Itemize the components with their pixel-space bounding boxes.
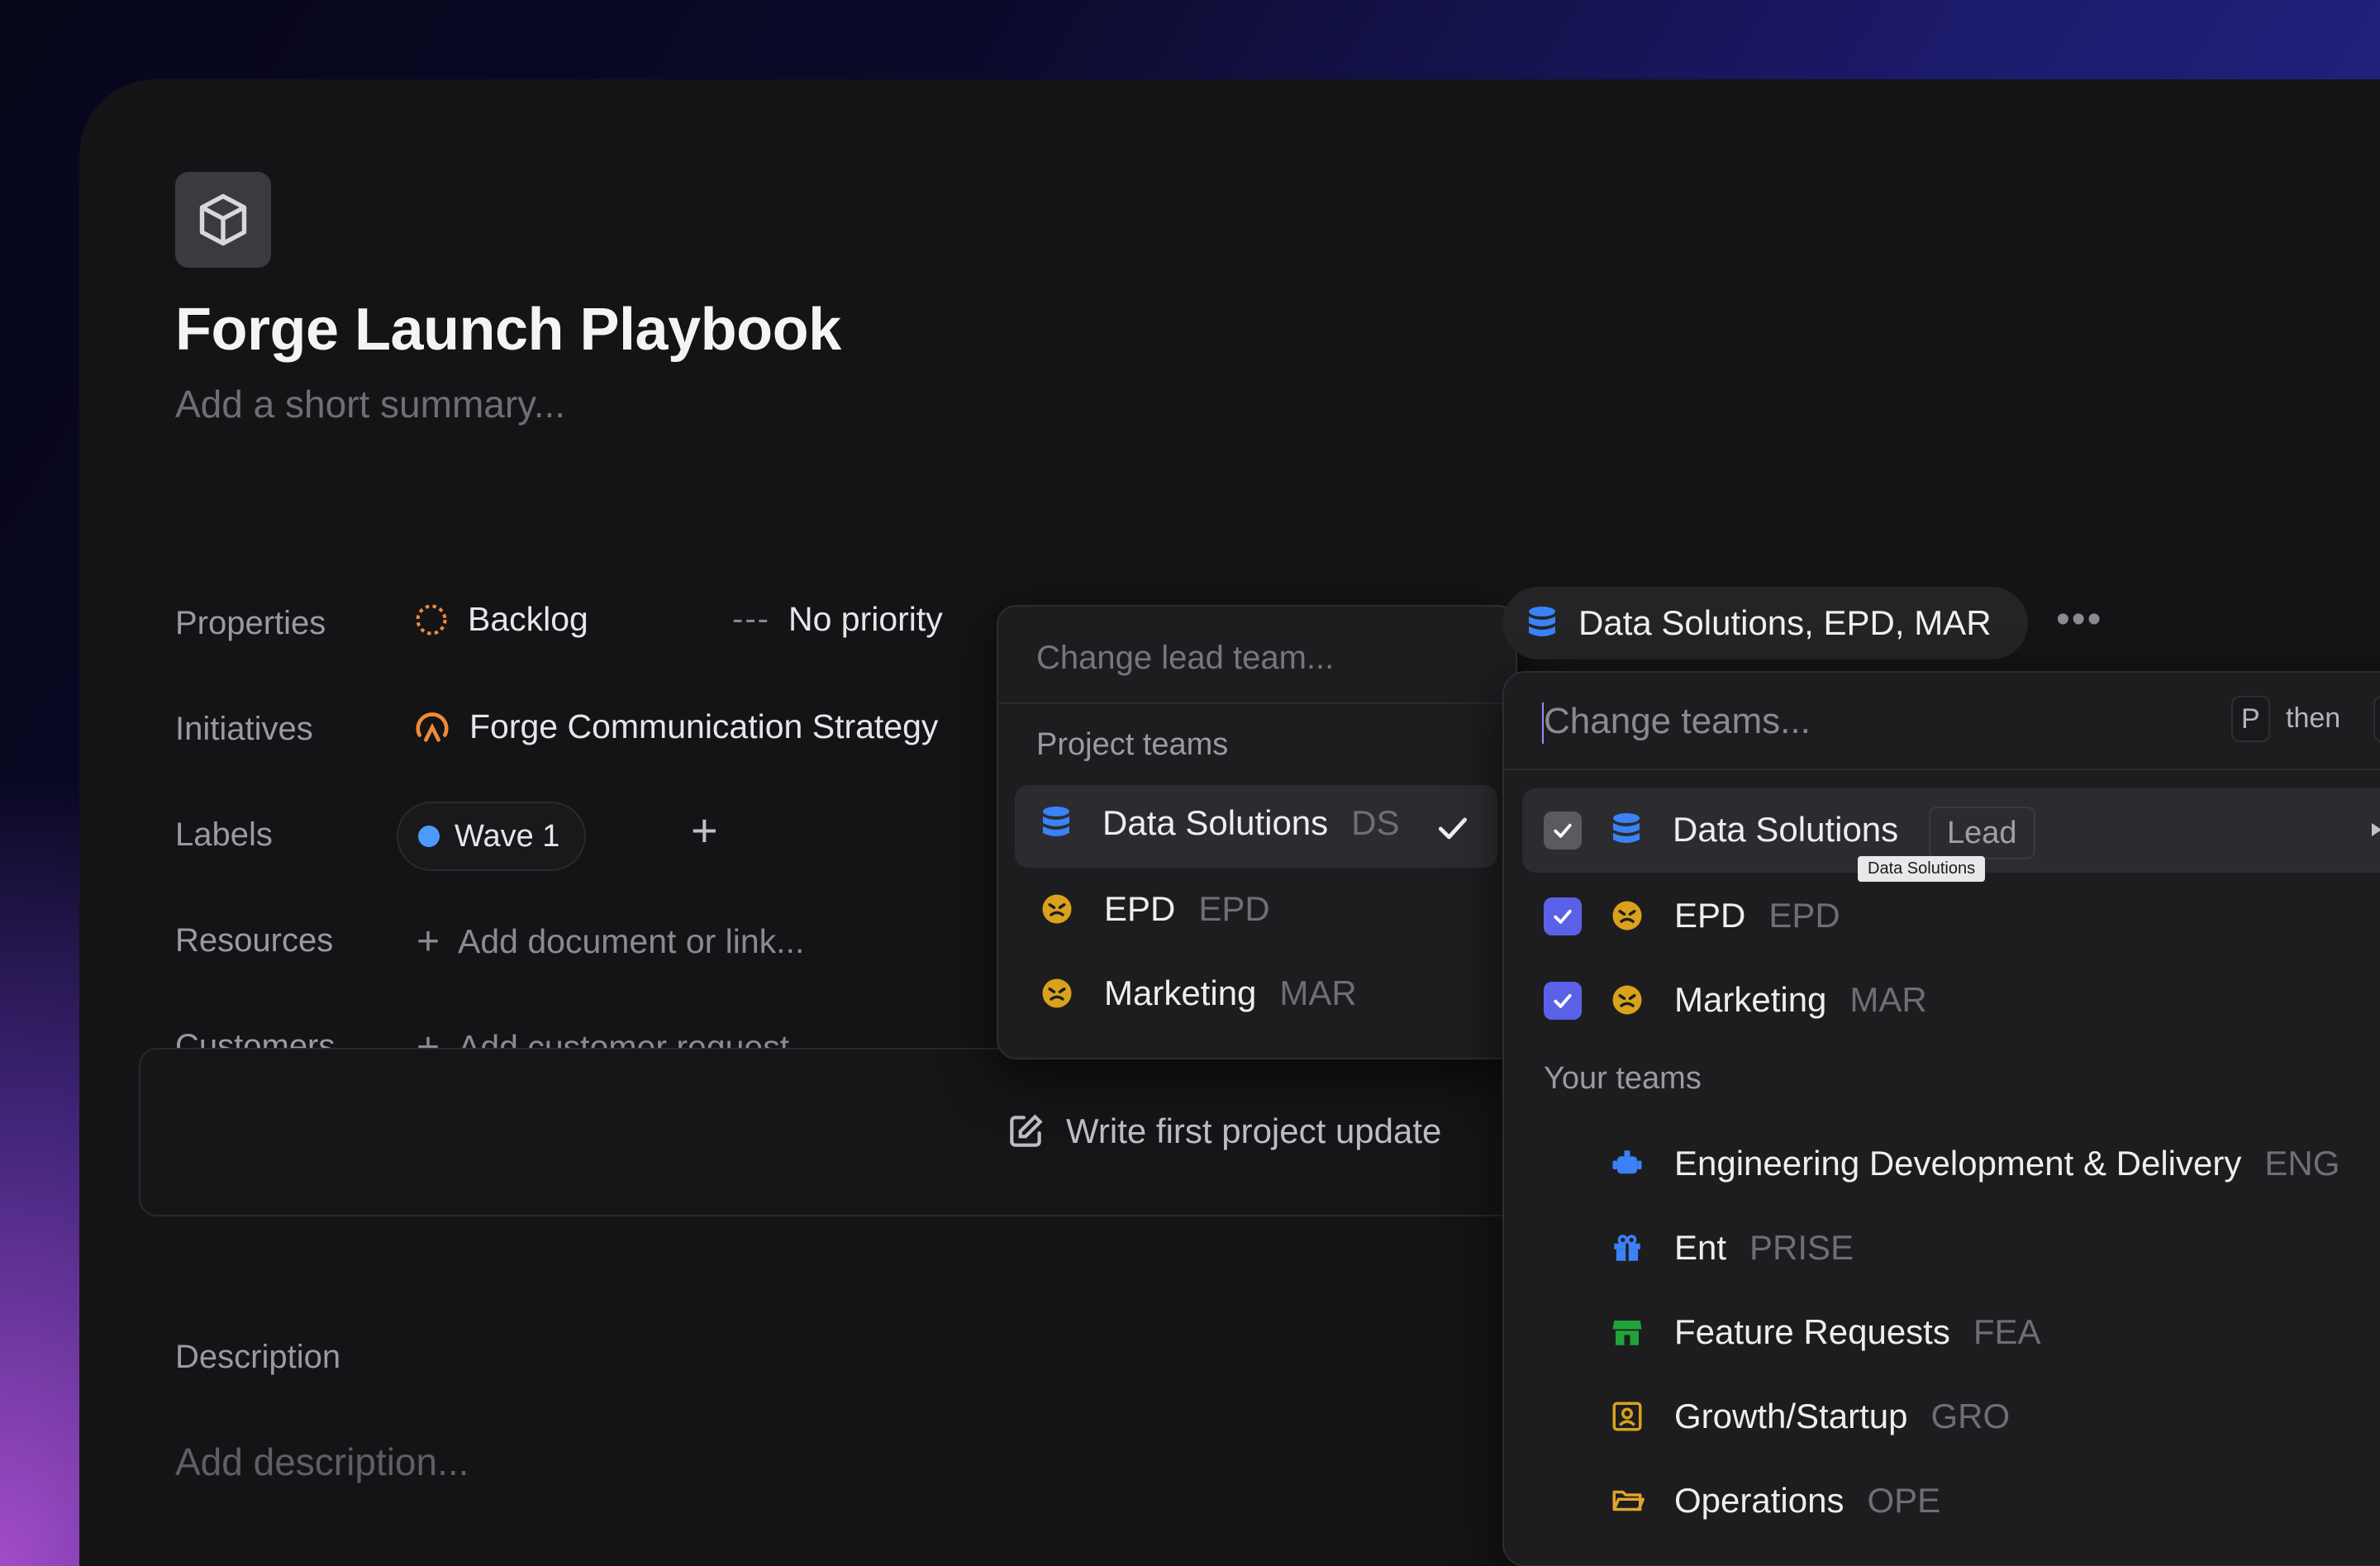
teams-pill-button[interactable]: Data Solutions, EPD, MAR: [1502, 587, 2028, 659]
plus-icon: +: [416, 920, 440, 964]
robot-icon: [1612, 1150, 1642, 1174]
lead-badge: Lead: [1929, 807, 2035, 859]
team-emoji-icon: [1042, 894, 1072, 924]
initiative-icon: [416, 712, 449, 742]
labels-label: Labels: [175, 816, 273, 853]
team-name: EPD: [1104, 889, 1176, 928]
team-name: Marketing: [1104, 973, 1257, 1012]
shortcut-then: then: [2286, 702, 2341, 734]
team-option-data-solutions[interactable]: Data Solutions: [1610, 810, 1898, 850]
lead-team-dropdown: Change lead team... Project teams Data S…: [997, 605, 1517, 1059]
team-code: DS: [1351, 803, 1400, 842]
project-cube-icon[interactable]: [175, 172, 271, 268]
write-update-button[interactable]: Write first project update: [1005, 1111, 1441, 1152]
add-label-icon[interactable]: +: [691, 803, 718, 857]
database-icon: [1043, 807, 1069, 836]
divider: [1504, 769, 2380, 770]
team-code: FEA: [1973, 1312, 2041, 1351]
team-checkbox-marketing[interactable]: [1544, 982, 1582, 1020]
team-name: Data Solutions: [1673, 810, 1899, 849]
priority-label: No priority: [788, 600, 943, 638]
lead-option-data-solutions[interactable]: Data Solutions DS: [1040, 803, 1400, 843]
contact-card-icon: [1612, 1402, 1642, 1431]
divider: [998, 702, 1516, 704]
team-option-feature-requests[interactable]: Feature Requests FEA: [1610, 1312, 2041, 1352]
checkmark-icon: [1554, 909, 1572, 924]
team-emoji-icon: [1612, 985, 1642, 1015]
team-option-growth-startup[interactable]: Growth/Startup GRO: [1610, 1397, 2010, 1436]
your-teams-heading: Your teams: [1544, 1061, 1702, 1096]
description-input[interactable]: Add description...: [175, 1440, 469, 1484]
team-option-epd[interactable]: EPD EPD: [1610, 896, 1840, 935]
more-options-icon[interactable]: •••: [2056, 597, 2102, 642]
check-icon: [1438, 817, 1468, 840]
team-option-engineering[interactable]: Engineering Development & Delivery ENG: [1610, 1144, 2340, 1183]
team-code: ENG: [2264, 1144, 2340, 1183]
team-emoji-icon: [1612, 901, 1642, 931]
status-backlog-button[interactable]: Backlog: [413, 600, 588, 639]
initiatives-label: Initiatives: [175, 711, 313, 747]
database-icon: [1529, 607, 1555, 636]
initiative-label: Forge Communication Strategy: [469, 707, 939, 745]
lead-option-marketing[interactable]: Marketing MAR: [1040, 973, 1357, 1013]
initiative-value[interactable]: Forge Communication Strategy: [413, 707, 997, 746]
team-code: EPD: [1198, 889, 1270, 928]
team-code: OPE: [1867, 1481, 1941, 1520]
label-chip-wave-1[interactable]: Wave 1: [397, 802, 587, 871]
team-name: Operations: [1674, 1481, 1844, 1520]
teams-dropdown: Change teams... P then T Data Solutions …: [1502, 671, 2380, 1566]
folder-icon: [1612, 1490, 1645, 1511]
teams-pill-label: Data Solutions, EPD, MAR: [1578, 603, 1992, 642]
add-resource-label: Add document or link...: [458, 922, 805, 960]
lead-team-search-input[interactable]: Change lead team...: [1036, 640, 1334, 677]
priority-button[interactable]: --- No priority: [732, 600, 943, 639]
add-resource-button[interactable]: + Add document or link...: [416, 919, 804, 964]
team-name: EPD: [1674, 896, 1746, 935]
teams-search-input[interactable]: Change teams...: [1544, 701, 1811, 742]
team-option-ent[interactable]: Ent PRISE: [1610, 1228, 1854, 1268]
team-emoji-icon: [1042, 978, 1072, 1008]
label-color-dot: [418, 826, 440, 847]
write-update-label: Write first project update: [1066, 1111, 1442, 1150]
team-code: GRO: [1930, 1397, 2011, 1435]
project-teams-heading: Project teams: [1036, 727, 1229, 762]
team-code: PRISE: [1749, 1228, 1854, 1267]
team-name: Growth/Startup: [1674, 1397, 1908, 1435]
edit-icon: [1010, 1114, 1043, 1147]
team-option-marketing[interactable]: Marketing MAR: [1610, 980, 1927, 1020]
database-icon: [1613, 813, 1640, 843]
no-priority-icon: ---: [732, 601, 770, 637]
checkmark-icon: [1554, 993, 1572, 1008]
backlog-status-icon: [416, 603, 447, 635]
team-code: MAR: [1279, 973, 1357, 1012]
resources-label: Resources: [175, 922, 334, 959]
team-checkbox-data-solutions[interactable]: [1544, 812, 1582, 850]
team-option-operations[interactable]: Operations OPE: [1610, 1481, 1940, 1521]
status-label: Backlog: [468, 600, 588, 638]
team-name: Data Solutions: [1102, 803, 1329, 842]
lead-option-epd[interactable]: EPD EPD: [1040, 889, 1270, 929]
team-name: Ent: [1674, 1228, 1727, 1267]
store-icon: [1612, 1321, 1642, 1345]
shortcut-key-t: T: [2373, 696, 2380, 742]
checkmark-icon: [1554, 823, 1572, 838]
page-title[interactable]: Forge Launch Playbook: [175, 296, 841, 364]
properties-label: Properties: [175, 605, 326, 641]
team-checkbox-epd[interactable]: [1544, 897, 1582, 935]
submenu-arrow-icon[interactable]: [2368, 821, 2380, 838]
summary-input[interactable]: Add a short summary...: [175, 382, 565, 426]
team-name: Marketing: [1674, 980, 1827, 1019]
description-label: Description: [175, 1339, 341, 1375]
team-code: MAR: [1849, 980, 1927, 1019]
project-window: Forge Launch Playbook Add a short summar…: [79, 79, 2380, 1566]
team-name: Feature Requests: [1674, 1312, 1950, 1351]
team-code: EPD: [1768, 896, 1840, 935]
shortcut-key-p: P: [2231, 696, 2270, 742]
team-name: Engineering Development & Delivery: [1674, 1144, 2242, 1183]
label-chip-text: Wave 1: [455, 818, 560, 854]
gift-icon: [1614, 1235, 1640, 1261]
tooltip: Data Solutions: [1858, 856, 1986, 882]
